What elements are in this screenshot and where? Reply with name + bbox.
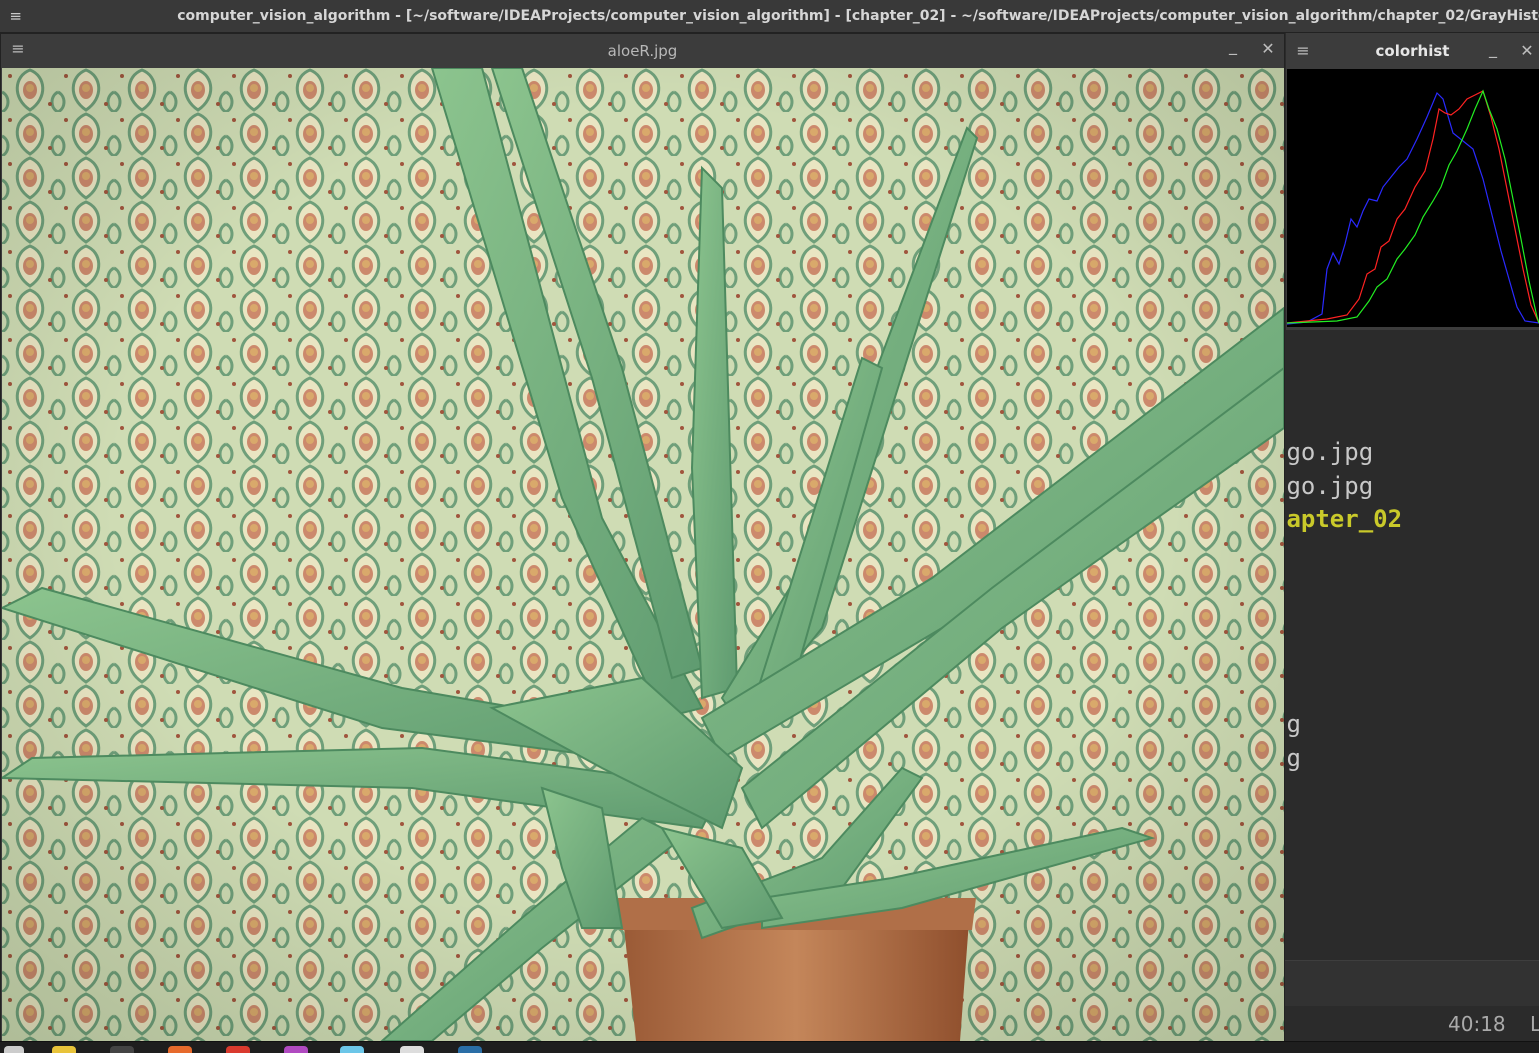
- color-histogram-svg: [1286, 89, 1539, 325]
- ide-status-bar: 40:18 L: [1284, 1006, 1539, 1041]
- ide-titlebar: ≡ computer_vision_algorithm - [~/softwar…: [0, 0, 1539, 33]
- histogram-blue-series: [1286, 91, 1539, 325]
- editor-icon[interactable]: [400, 1046, 424, 1053]
- image-window-title: aloeR.jpg: [607, 42, 678, 60]
- chrome-icon[interactable]: [226, 1046, 250, 1053]
- ide-menu-icon[interactable]: ≡: [0, 7, 31, 25]
- histogram-window-titlebar[interactable]: ≡ colorhist _ ✕: [1286, 33, 1539, 69]
- ide-window-title: computer_vision_algorithm - [~/software/…: [177, 8, 1539, 24]
- terminal-icon[interactable]: [110, 1046, 134, 1053]
- histogram-close-icon[interactable]: ✕: [1516, 41, 1538, 60]
- ide-tool-panel: [1284, 960, 1539, 1006]
- taskbar: [0, 1041, 1539, 1053]
- desktop: ≡ computer_vision_algorithm - [~/softwar…: [0, 0, 1539, 1053]
- image-window: ≡ aloeR.jpg _ ✕: [0, 33, 1285, 1042]
- tree-item[interactable]: ogo.jpg: [1284, 438, 1373, 466]
- firefox-icon[interactable]: [168, 1046, 192, 1053]
- chat-icon[interactable]: [340, 1046, 364, 1053]
- cursor-position[interactable]: 40:18: [1448, 1012, 1506, 1036]
- aloe-image: [2, 68, 1284, 1041]
- tree-item[interactable]: ng: [1284, 744, 1301, 772]
- media-icon[interactable]: [284, 1046, 308, 1053]
- histogram-minimize-icon[interactable]: _: [1482, 39, 1504, 58]
- aloe-plant-photo: [2, 68, 1284, 1041]
- status-line-separator[interactable]: L: [1530, 1012, 1539, 1036]
- tree-item[interactable]: ogo.jpg: [1284, 472, 1373, 500]
- color-histogram-plot: [1286, 69, 1539, 327]
- image-window-titlebar[interactable]: ≡ aloeR.jpg _ ✕: [1, 34, 1284, 68]
- tree-item-chapter-02[interactable]: hapter_02: [1284, 505, 1402, 533]
- minimize-icon[interactable]: _: [1222, 36, 1244, 55]
- pycharm-icon[interactable]: [458, 1046, 482, 1053]
- files-icon[interactable]: [52, 1046, 76, 1053]
- tree-item[interactable]: ng: [1284, 710, 1301, 738]
- histogram-window: ≡ colorhist _ ✕: [1286, 33, 1539, 330]
- apps-icon[interactable]: [4, 1046, 24, 1053]
- project-tree: - - ogo.jpg ogo.jpg hapter_02 g g g g ng…: [1284, 330, 1539, 960]
- close-icon[interactable]: ✕: [1257, 39, 1279, 58]
